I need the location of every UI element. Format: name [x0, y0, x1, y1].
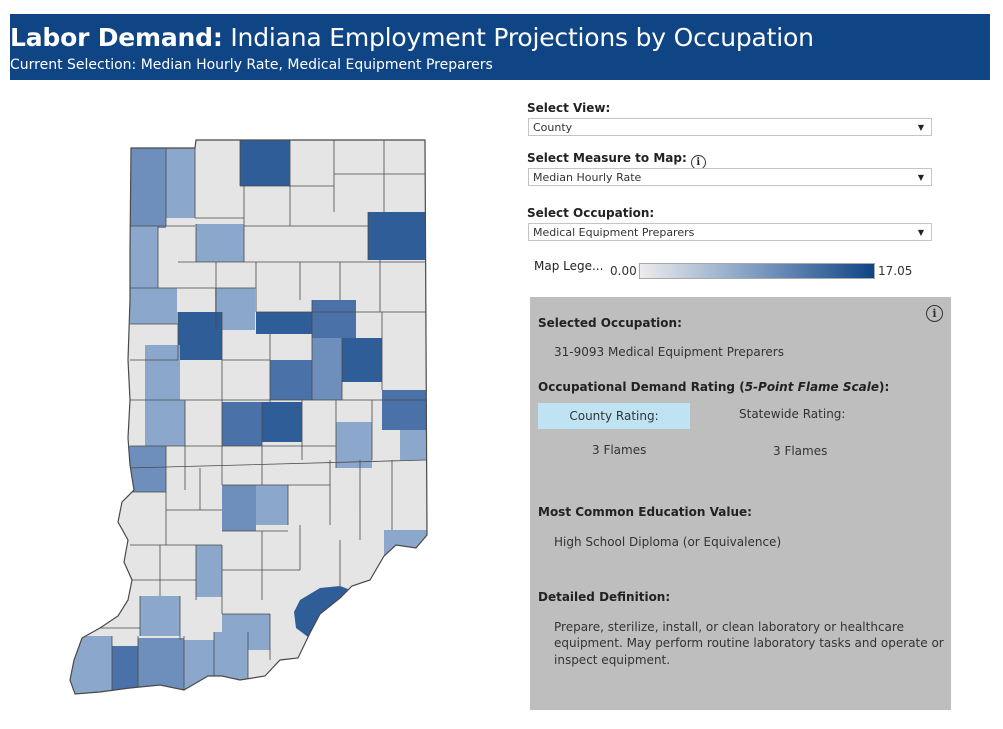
county-delaware[interactable] [342, 338, 382, 382]
occupation-select-value: Medical Equipment Preparers [533, 226, 695, 239]
page-subtitle: Current Selection: Median Hourly Rate, M… [10, 57, 493, 73]
county-rush[interactable] [336, 422, 372, 468]
definition-line-3: inspect equipment. [554, 653, 671, 667]
occupation-select[interactable]: Medical Equipment Preparers ▼ [528, 223, 932, 241]
county-dubois[interactable] [140, 596, 180, 636]
page-title: Labor Demand: Indiana Employment Project… [10, 23, 814, 52]
county-hendricks[interactable] [222, 402, 262, 446]
demand-rating-label: Occupational Demand Rating (5-Point Flam… [538, 380, 890, 394]
county-madison[interactable] [312, 338, 342, 400]
county-rating-button[interactable]: County Rating: [538, 403, 690, 429]
caret-down-icon[interactable]: ▼ [918, 224, 924, 242]
view-select-value: County [533, 121, 573, 134]
county-spencer[interactable] [184, 640, 214, 710]
selected-occupation-value: 31-9093 Medical Equipment Preparers [554, 345, 784, 359]
county-perry[interactable] [214, 632, 248, 692]
occupation-label: Select Occupation: [527, 206, 655, 220]
county-posey[interactable] [60, 636, 112, 710]
view-label: Select View: [527, 101, 611, 115]
county-monroe[interactable] [222, 485, 256, 531]
legend-title[interactable]: Map Lege... [534, 259, 603, 273]
legend-color-ramp [639, 263, 875, 279]
county-warrick[interactable] [138, 638, 184, 710]
statewide-rating-label[interactable]: Statewide Rating: [739, 407, 845, 421]
legend-max: 17.05 [878, 264, 913, 278]
education-value: High School Diploma (or Equivalence) [554, 535, 782, 549]
county-hamilton[interactable] [270, 360, 312, 400]
county-fulton[interactable] [196, 224, 244, 262]
county-union[interactable] [400, 430, 426, 460]
county-rating-value: 3 Flames [592, 443, 647, 457]
definition-line-1: Prepare, sterilize, install, or clean la… [554, 620, 904, 634]
view-select[interactable]: County ▼ [528, 118, 932, 136]
indiana-county-map[interactable] [60, 130, 440, 710]
selected-occupation-label: Selected Occupation: [538, 316, 682, 330]
county-tippecanoe[interactable] [178, 312, 222, 360]
county-jasper[interactable] [130, 226, 158, 288]
county-benton[interactable] [130, 288, 177, 324]
county-lawrence[interactable] [196, 545, 222, 597]
county-porter[interactable] [166, 140, 195, 218]
dashboard-header: Labor Demand: Indiana Employment Project… [10, 14, 990, 80]
statewide-rating-value: 3 Flames [773, 444, 828, 458]
info-icon[interactable]: i [926, 305, 943, 322]
caret-down-icon[interactable]: ▼ [918, 119, 924, 137]
county-montgomery[interactable] [145, 345, 180, 400]
county-st-joseph[interactable] [240, 140, 290, 186]
county-marion[interactable] [262, 402, 302, 442]
county-howard[interactable] [256, 312, 312, 334]
county-wayne[interactable] [382, 390, 426, 430]
caret-down-icon[interactable]: ▼ [918, 169, 924, 187]
definition-line-2: equipment. May perform routine laborator… [554, 636, 944, 650]
occupation-detail-panel: i Selected Occupation: 31-9093 Medical E… [530, 297, 951, 710]
measure-select[interactable]: Median Hourly Rate ▼ [528, 168, 932, 186]
county-lake[interactable] [130, 140, 166, 228]
county-allen[interactable] [368, 212, 426, 260]
legend-min: 0.00 [610, 264, 637, 278]
measure-select-value: Median Hourly Rate [533, 171, 642, 184]
county-putnam[interactable] [145, 400, 185, 446]
county-grant[interactable] [312, 300, 356, 338]
education-label: Most Common Education Value: [538, 505, 752, 519]
county-vanderburgh[interactable] [112, 646, 138, 710]
county-bartholomew[interactable] [256, 485, 288, 525]
definition-label: Detailed Definition: [538, 590, 671, 604]
